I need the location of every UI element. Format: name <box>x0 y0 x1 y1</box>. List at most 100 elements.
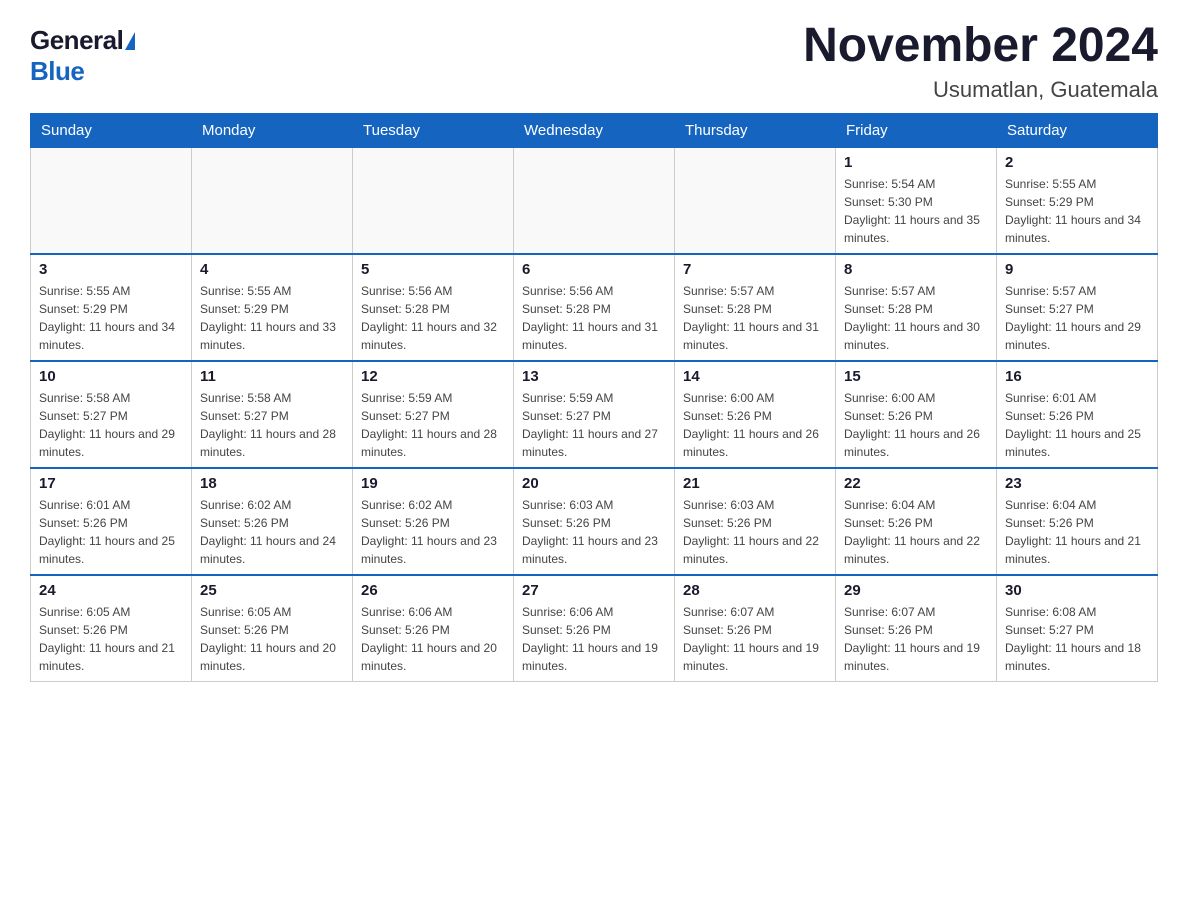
day-info: Sunrise: 6:07 AM Sunset: 5:26 PM Dayligh… <box>844 603 988 675</box>
day-info: Sunrise: 6:04 AM Sunset: 5:26 PM Dayligh… <box>844 496 988 568</box>
calendar-week-4: 17Sunrise: 6:01 AM Sunset: 5:26 PM Dayli… <box>31 468 1158 575</box>
calendar-cell: 15 Sunrise: 6:00 AM Sunset: 5:26 PM Dayli… <box>836 361 997 468</box>
day-info: Sunrise: 6:07 AM Sunset: 5:26 PM Dayligh… <box>683 603 827 675</box>
logo-blue-text: Blue <box>30 56 84 87</box>
column-header-monday: Monday <box>192 113 353 147</box>
calendar-week-1: 1Sunrise: 5:54 AM Sunset: 5:30 PM Daylig… <box>31 147 1158 254</box>
day-number: 30 <box>1005 582 1149 599</box>
column-header-sunday: Sunday <box>31 113 192 147</box>
day-number: 27 <box>522 582 666 599</box>
day-number: 4 <box>200 261 344 278</box>
day-info: Sunrise: 6:03 AM Sunset: 5:26 PM Dayligh… <box>683 496 827 568</box>
calendar-cell: 4 Sunrise: 5:55 AM Sunset: 5:29 PM Daylig… <box>192 254 353 361</box>
calendar-cell: 2Sunrise: 5:55 AM Sunset: 5:29 PM Daylig… <box>997 147 1158 254</box>
calendar-cell: 25Sunrise: 6:05 AM Sunset: 5:26 PM Dayli… <box>192 575 353 682</box>
day-number: 13 <box>522 368 666 385</box>
day-number: 10 <box>39 368 183 385</box>
calendar-cell <box>675 147 836 254</box>
day-info: Sunrise: 5:57 AM Sunset: 5:28 PM Dayligh… <box>844 282 988 354</box>
calendar-cell: 16 Sunrise: 6:01 AM Sunset: 5:26 PM Dayli… <box>997 361 1158 468</box>
day-info: Sunrise: 6:02 AM Sunset: 5:26 PM Dayligh… <box>361 496 505 568</box>
calendar-cell: 10 Sunrise: 5:58 AM Sunset: 5:27 PM Dayli… <box>31 361 192 468</box>
day-info: Sunrise: 5:55 AM Sunset: 5:29 PM Dayligh… <box>39 282 183 354</box>
day-info: Sunrise: 6:05 AM Sunset: 5:26 PM Dayligh… <box>39 603 183 675</box>
day-number: 11 <box>200 368 344 385</box>
day-number: 17 <box>39 475 183 492</box>
header: General Blue November 2024 Usumatlan, Gu… <box>30 20 1158 103</box>
page-title: November 2024 <box>803 20 1158 73</box>
logo-triangle-icon <box>125 32 135 50</box>
calendar-cell: 3 Sunrise: 5:55 AM Sunset: 5:29 PM Daylig… <box>31 254 192 361</box>
calendar-week-5: 24 Sunrise: 6:05 AM Sunset: 5:26 PM Dayli… <box>31 575 1158 682</box>
day-info: Sunrise: 5:56 AM Sunset: 5:28 PM Dayligh… <box>361 282 505 354</box>
calendar-cell: 9Sunrise: 5:57 AM Sunset: 5:27 PM Daylig… <box>997 254 1158 361</box>
day-info: Sunrise: 6:00 AM Sunset: 5:26 PM Dayligh… <box>844 389 988 461</box>
calendar-week-3: 10 Sunrise: 5:58 AM Sunset: 5:27 PM Dayli… <box>31 361 1158 468</box>
subtitle: Usumatlan, Guatemala <box>803 77 1158 103</box>
calendar-cell <box>353 147 514 254</box>
calendar-cell: 8Sunrise: 5:57 AM Sunset: 5:28 PM Daylig… <box>836 254 997 361</box>
calendar-cell: 7Sunrise: 5:57 AM Sunset: 5:28 PM Daylig… <box>675 254 836 361</box>
day-number: 23 <box>1005 475 1149 492</box>
day-info: Sunrise: 6:06 AM Sunset: 5:26 PM Dayligh… <box>361 603 505 675</box>
logo: General Blue <box>30 20 135 87</box>
day-number: 26 <box>361 582 505 599</box>
day-info: Sunrise: 6:03 AM Sunset: 5:26 PM Dayligh… <box>522 496 666 568</box>
day-info: Sunrise: 5:58 AM Sunset: 5:27 PM Dayligh… <box>39 389 183 461</box>
day-number: 6 <box>522 261 666 278</box>
day-info: Sunrise: 6:04 AM Sunset: 5:26 PM Dayligh… <box>1005 496 1149 568</box>
day-number: 24 <box>39 582 183 599</box>
day-number: 3 <box>39 261 183 278</box>
calendar-cell: 5 Sunrise: 5:56 AM Sunset: 5:28 PM Daylig… <box>353 254 514 361</box>
title-section: November 2024 Usumatlan, Guatemala <box>803 20 1158 103</box>
day-number: 28 <box>683 582 827 599</box>
day-number: 5 <box>361 261 505 278</box>
calendar-cell <box>31 147 192 254</box>
calendar-cell: 28 Sunrise: 6:07 AM Sunset: 5:26 PM Dayli… <box>675 575 836 682</box>
calendar-table: SundayMondayTuesdayWednesdayThursdayFrid… <box>30 113 1158 682</box>
calendar-cell: 20 Sunrise: 6:03 AM Sunset: 5:26 PM Dayli… <box>514 468 675 575</box>
day-number: 16 <box>1005 368 1149 385</box>
day-info: Sunrise: 5:56 AM Sunset: 5:28 PM Dayligh… <box>522 282 666 354</box>
day-info: Sunrise: 6:06 AM Sunset: 5:26 PM Dayligh… <box>522 603 666 675</box>
day-info: Sunrise: 6:02 AM Sunset: 5:26 PM Dayligh… <box>200 496 344 568</box>
column-header-thursday: Thursday <box>675 113 836 147</box>
calendar-cell: 18 Sunrise: 6:02 AM Sunset: 5:26 PM Dayli… <box>192 468 353 575</box>
column-header-tuesday: Tuesday <box>353 113 514 147</box>
day-info: Sunrise: 6:08 AM Sunset: 5:27 PM Dayligh… <box>1005 603 1149 675</box>
day-number: 15 <box>844 368 988 385</box>
calendar-cell: 12Sunrise: 5:59 AM Sunset: 5:27 PM Dayli… <box>353 361 514 468</box>
day-info: Sunrise: 5:54 AM Sunset: 5:30 PM Dayligh… <box>844 175 988 247</box>
day-number: 22 <box>844 475 988 492</box>
calendar-cell: 11Sunrise: 5:58 AM Sunset: 5:27 PM Dayli… <box>192 361 353 468</box>
calendar-cell: 13Sunrise: 5:59 AM Sunset: 5:27 PM Dayli… <box>514 361 675 468</box>
day-number: 20 <box>522 475 666 492</box>
day-info: Sunrise: 6:00 AM Sunset: 5:26 PM Dayligh… <box>683 389 827 461</box>
calendar-header-row: SundayMondayTuesdayWednesdayThursdayFrid… <box>31 113 1158 147</box>
calendar-cell: 17Sunrise: 6:01 AM Sunset: 5:26 PM Dayli… <box>31 468 192 575</box>
column-header-wednesday: Wednesday <box>514 113 675 147</box>
calendar-cell: 1Sunrise: 5:54 AM Sunset: 5:30 PM Daylig… <box>836 147 997 254</box>
day-info: Sunrise: 5:59 AM Sunset: 5:27 PM Dayligh… <box>361 389 505 461</box>
day-number: 21 <box>683 475 827 492</box>
day-info: Sunrise: 5:55 AM Sunset: 5:29 PM Dayligh… <box>200 282 344 354</box>
calendar-cell: 21 Sunrise: 6:03 AM Sunset: 5:26 PM Dayli… <box>675 468 836 575</box>
calendar-cell: 19 Sunrise: 6:02 AM Sunset: 5:26 PM Dayli… <box>353 468 514 575</box>
calendar-cell: 24 Sunrise: 6:05 AM Sunset: 5:26 PM Dayli… <box>31 575 192 682</box>
calendar-week-2: 3 Sunrise: 5:55 AM Sunset: 5:29 PM Daylig… <box>31 254 1158 361</box>
calendar-cell <box>192 147 353 254</box>
calendar-cell: 22 Sunrise: 6:04 AM Sunset: 5:26 PM Dayli… <box>836 468 997 575</box>
day-info: Sunrise: 5:57 AM Sunset: 5:27 PM Dayligh… <box>1005 282 1149 354</box>
day-number: 19 <box>361 475 505 492</box>
logo-general-text: General <box>30 25 123 56</box>
day-info: Sunrise: 5:55 AM Sunset: 5:29 PM Dayligh… <box>1005 175 1149 247</box>
calendar-cell: 23 Sunrise: 6:04 AM Sunset: 5:26 PM Dayli… <box>997 468 1158 575</box>
column-header-saturday: Saturday <box>997 113 1158 147</box>
calendar-cell: 29Sunrise: 6:07 AM Sunset: 5:26 PM Dayli… <box>836 575 997 682</box>
calendar-cell <box>514 147 675 254</box>
day-info: Sunrise: 6:01 AM Sunset: 5:26 PM Dayligh… <box>1005 389 1149 461</box>
day-info: Sunrise: 5:57 AM Sunset: 5:28 PM Dayligh… <box>683 282 827 354</box>
calendar-cell: 26 Sunrise: 6:06 AM Sunset: 5:26 PM Dayli… <box>353 575 514 682</box>
column-header-friday: Friday <box>836 113 997 147</box>
day-number: 18 <box>200 475 344 492</box>
